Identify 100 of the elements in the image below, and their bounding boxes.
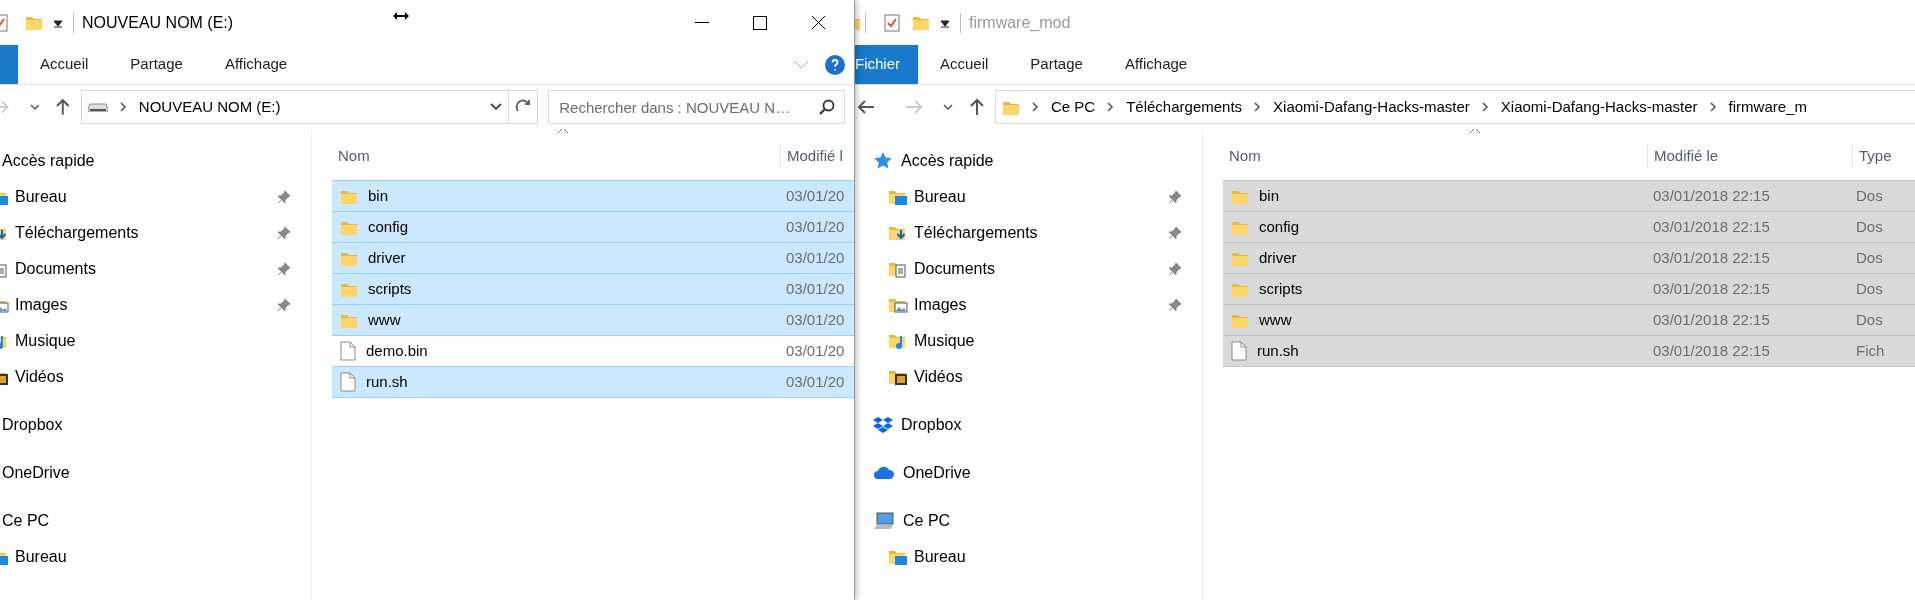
date-modified: 03/01/20: [785, 340, 846, 361]
navigation-item[interactable]: Ce PC: [903, 509, 951, 533]
navigation-item[interactable]: Musique: [15, 329, 76, 353]
address-bar[interactable]: NOUVEAU NOM (E:): [80, 90, 509, 124]
navigation-item[interactable]: Images: [15, 293, 68, 317]
file-row[interactable]: www 03/01/2018 22:15 Dos: [1223, 304, 1915, 336]
breadcrumb[interactable]: NOUVEAU NOM (E:): [138, 95, 281, 119]
chevron-right-icon: [1709, 102, 1717, 112]
navigation-item[interactable]: Vidéos: [15, 365, 64, 389]
file-row[interactable]: run.sh 03/01/2018 22:15 Fich: [1223, 335, 1915, 367]
navigation-item[interactable]: Accès rapide: [901, 149, 994, 173]
file-name: run.sh: [366, 371, 408, 392]
recent-dropdown-icon[interactable]: [943, 104, 953, 110]
chevron-right-icon: [119, 102, 127, 112]
file-icon: [340, 341, 356, 361]
breadcrumb[interactable]: firmware_m: [1728, 95, 1807, 119]
file-name: run.sh: [1257, 340, 1299, 361]
navigation-item[interactable]: OneDrive: [2, 461, 70, 485]
file-row[interactable]: driver 03/01/20: [332, 242, 854, 274]
navigation-item[interactable]: Téléchargements: [15, 221, 139, 245]
navigation-item[interactable]: Bureau: [914, 185, 966, 209]
up-arrow-icon[interactable]: [969, 98, 985, 116]
file-row[interactable]: config 03/01/2018 22:15 Dos: [1223, 211, 1915, 243]
date-modified: 03/01/20: [785, 278, 846, 299]
chevron-right-icon: [1032, 102, 1039, 112]
column-header[interactable]: Type: [1852, 144, 1915, 167]
navigation-item[interactable]: Téléchargements: [914, 221, 1038, 245]
breadcrumb[interactable]: Xiaomi-Dafang-Hacks-master: [1500, 95, 1698, 119]
recent-dropdown-icon[interactable]: [29, 104, 40, 110]
ribbon-tab[interactable]: Accueil: [920, 45, 1009, 84]
folder-icon: [912, 14, 930, 31]
file-tab[interactable]: Fichier: [855, 45, 918, 84]
drive-icon: [87, 102, 108, 112]
video-folder-icon: [888, 368, 908, 386]
file-name: scripts: [1259, 278, 1303, 299]
dropdown-icon[interactable]: [53, 17, 63, 28]
file-row[interactable]: bin 03/01/20: [332, 180, 854, 212]
navigation-item[interactable]: Bureau: [15, 545, 67, 569]
resize-cursor-icon: [393, 11, 410, 20]
dropdown-icon[interactable]: [940, 17, 950, 28]
download-folder-icon: [888, 224, 908, 242]
breadcrumb[interactable]: Ce PC: [1051, 95, 1096, 119]
ribbon-tab[interactable]: Affichage: [204, 45, 308, 84]
document-folder-icon: [888, 260, 908, 278]
date-modified: 03/01/20: [785, 371, 846, 392]
date-modified: 03/01/20: [785, 247, 846, 268]
file-row[interactable]: demo.bin 03/01/20: [332, 335, 854, 367]
navigation-item[interactable]: Dropbox: [901, 413, 962, 437]
column-header[interactable]: Nom: [1223, 144, 1647, 167]
chevron-down-icon[interactable]: [490, 103, 502, 111]
file-row[interactable]: run.sh 03/01/20: [332, 366, 854, 398]
navigation-item[interactable]: Documents: [914, 257, 995, 281]
breadcrumb[interactable]: Xiaomi-Dafang-Hacks-master: [1273, 95, 1470, 119]
close-icon: [810, 15, 826, 30]
navigation-item[interactable]: Accès rapide: [2, 149, 95, 173]
file-row[interactable]: bin 03/01/2018 22:15 Dos: [1223, 180, 1915, 212]
address-bar[interactable]: Ce PC Téléchargements Xiaomi-Dafang-Hacks-master Xiaomi-Dafang-Hacks-master firmware_m: [995, 90, 1915, 124]
file-name: www: [368, 309, 401, 330]
file-type: Dos: [1855, 216, 1883, 237]
back-arrow-icon[interactable]: [857, 99, 875, 115]
up-arrow-icon[interactable]: [55, 98, 71, 116]
navigation-item[interactable]: Bureau: [15, 185, 67, 209]
navigation-item[interactable]: Musique: [914, 329, 975, 353]
computer-icon: [873, 511, 895, 531]
navigation-item[interactable]: Documents: [15, 257, 96, 281]
file-row[interactable]: config 03/01/20: [332, 211, 854, 243]
search-field[interactable]: Rechercher dans : NOUVEAU N…: [548, 90, 845, 124]
navigation-item[interactable]: Vidéos: [914, 365, 963, 389]
folder-icon: [25, 14, 43, 31]
date-modified: 03/01/2018 22:15: [1652, 278, 1771, 299]
dropbox-icon: [873, 415, 893, 435]
ribbon-tab[interactable]: Accueil: [20, 45, 109, 84]
navigation-item[interactable]: Bureau: [914, 545, 966, 569]
ribbon-tab[interactable]: Partage: [110, 45, 203, 84]
navigation-item[interactable]: Images: [914, 293, 967, 317]
picture-folder-icon: [888, 296, 908, 314]
ribbon-tab[interactable]: Partage: [1010, 45, 1103, 84]
navigation-item[interactable]: Dropbox: [2, 413, 63, 437]
column-header[interactable]: Nom: [332, 144, 780, 167]
column-header[interactable]: Modifié le: [1647, 144, 1852, 167]
file-row[interactable]: scripts 03/01/2018 22:15 Dos: [1223, 273, 1915, 305]
ribbon-tab[interactable]: Affichage: [1104, 45, 1208, 84]
date-modified: 03/01/20: [785, 185, 846, 206]
chevron-right-icon: [1107, 102, 1115, 112]
refresh-button[interactable]: [509, 90, 539, 124]
file-type: Dos: [1855, 247, 1883, 268]
navigation-item[interactable]: Ce PC: [2, 509, 50, 533]
file-type: Dos: [1855, 309, 1883, 330]
sort-caret-icon: [557, 129, 569, 134]
file-row[interactable]: scripts 03/01/20: [332, 273, 854, 305]
help-icon[interactable]: [825, 54, 845, 75]
breadcrumb[interactable]: Téléchargements: [1126, 95, 1243, 119]
file-name: scripts: [368, 278, 412, 299]
file-type: Dos: [1855, 278, 1883, 299]
file-name: config: [368, 216, 409, 237]
navigation-item[interactable]: OneDrive: [903, 461, 971, 485]
file-row[interactable]: www 03/01/20: [332, 304, 854, 336]
file-row[interactable]: driver 03/01/2018 22:15 Dos: [1223, 242, 1915, 274]
file-name: bin: [368, 185, 389, 206]
music-folder-icon: [888, 332, 908, 350]
